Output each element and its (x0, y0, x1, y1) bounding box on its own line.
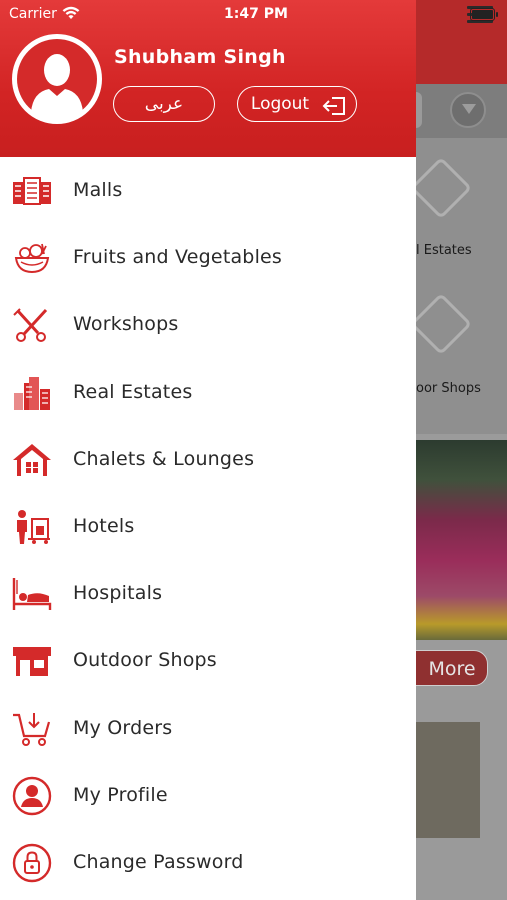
menu-item-hotels[interactable]: Hotels (0, 493, 416, 560)
drawer-menu: Malls Fruits and Vegetables Workshops Re… (0, 157, 416, 896)
background-tile-label: oor Shops (416, 381, 481, 396)
wifi-icon (62, 6, 80, 24)
menu-item-label: Workshops (73, 313, 179, 336)
mall-icon (11, 173, 53, 209)
menu-item-malls[interactable]: Malls (0, 157, 416, 224)
fruits-vegetables-icon (11, 240, 53, 276)
menu-item-fruits-vegetables[interactable]: Fruits and Vegetables (0, 224, 416, 291)
menu-item-my-profile[interactable]: My Profile (0, 762, 416, 829)
menu-item-label: Chalets & Lounges (73, 447, 255, 470)
avatar[interactable] (12, 34, 102, 124)
menu-item-change-password[interactable]: Change Password (0, 829, 416, 896)
status-time: 1:47 PM (224, 6, 288, 22)
menu-item-label: Hospitals (73, 582, 163, 605)
menu-item-label: Hotels (73, 514, 135, 537)
language-arabic-button[interactable]: عربى (113, 86, 215, 122)
filter-icon[interactable] (450, 92, 486, 128)
status-bar: Carrier 1:47 PM (0, 0, 507, 28)
menu-item-label: Outdoor Shops (73, 649, 217, 672)
menu-item-chalets-lounges[interactable]: Chalets & Lounges (0, 426, 416, 493)
buildings-icon (11, 375, 53, 411)
menu-item-my-orders[interactable]: My Orders (0, 695, 416, 762)
menu-item-label: My Profile (73, 783, 168, 806)
workshop-tools-icon (11, 307, 53, 343)
menu-item-outdoor-shops[interactable]: Outdoor Shops (0, 627, 416, 694)
logout-label: Logout (250, 94, 310, 114)
menu-item-real-estates[interactable]: Real Estates (0, 359, 416, 426)
profile-icon (11, 776, 53, 815)
menu-item-label: Real Estates (73, 380, 193, 403)
cart-icon (11, 711, 53, 747)
hotel-porter-icon (11, 509, 53, 545)
menu-item-label: Change Password (73, 850, 244, 873)
logout-button[interactable]: Logout (237, 86, 357, 122)
chalet-house-icon (11, 442, 53, 478)
background-tile-label: l Estates (416, 243, 472, 258)
menu-item-workshops[interactable]: Workshops (0, 291, 416, 358)
menu-item-label: Fruits and Vegetables (73, 246, 283, 269)
battery-icon (470, 8, 498, 21)
menu-item-label: My Orders (73, 716, 173, 739)
carrier-label: Carrier (9, 6, 57, 22)
background-shop-image[interactable] (405, 722, 480, 838)
menu-item-hospitals[interactable]: Hospitals (0, 560, 416, 627)
lock-icon (11, 843, 53, 883)
menu-item-label: Malls (73, 179, 123, 201)
user-name: Shubham Singh (114, 46, 286, 68)
hospital-bed-icon (11, 576, 53, 612)
shop-icon (11, 643, 53, 679)
side-drawer: Shubham Singh عربى Logout Malls Fruits a… (0, 0, 416, 900)
logout-icon (322, 94, 346, 128)
